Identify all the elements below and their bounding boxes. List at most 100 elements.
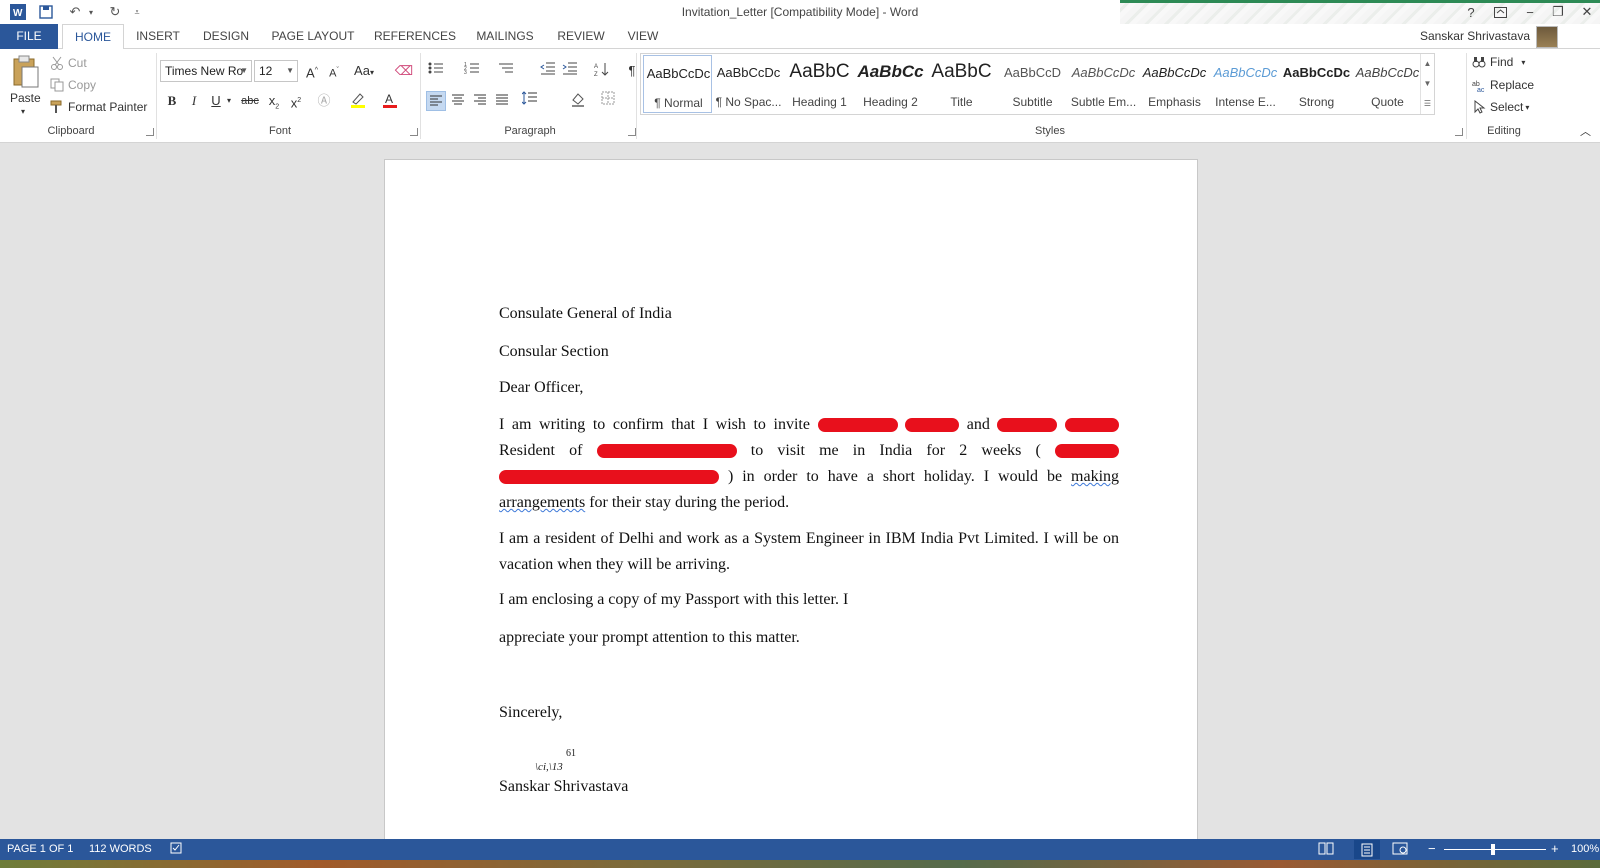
recipient-line[interactable]: Consulate General of India xyxy=(499,305,1119,323)
zoom-level[interactable]: 100% xyxy=(1571,843,1599,855)
strikethrough-button[interactable]: abc xyxy=(238,91,262,111)
align-center-icon[interactable] xyxy=(448,91,468,111)
style-quote[interactable]: AaBbCcDc Quote xyxy=(1353,55,1422,113)
font-name-combo[interactable]: Times New Ro ▼ xyxy=(160,60,252,82)
paste-dropdown-icon[interactable]: ▾ xyxy=(21,107,25,116)
tab-references[interactable]: REFERENCES xyxy=(372,24,458,49)
decrease-indent-icon[interactable] xyxy=(538,61,558,81)
replace-icon: ab ac xyxy=(1472,78,1486,94)
gallery-scroll-up-icon[interactable]: ▲ xyxy=(1420,54,1434,74)
bullets-icon[interactable] xyxy=(426,61,446,81)
find-button[interactable]: Find ▾ xyxy=(1472,55,1525,69)
paragraph-launcher-icon[interactable] xyxy=(628,128,636,136)
user-name[interactable]: Sanskar Shrivastava xyxy=(1420,29,1530,43)
clipboard-launcher-icon[interactable] xyxy=(146,128,154,136)
underline-dropdown-icon[interactable]: ▾ xyxy=(224,91,234,111)
style-name: Emphasis xyxy=(1148,95,1201,109)
style-heading-1[interactable]: AaBbC Heading 1 xyxy=(785,55,854,113)
shading-icon[interactable] xyxy=(568,91,588,111)
paste-button[interactable]: Paste xyxy=(10,91,41,105)
closing[interactable]: Sincerely, xyxy=(499,704,1119,722)
style-normal[interactable]: AaBbCcDc ¶ Normal xyxy=(643,55,712,113)
font-size-combo[interactable]: 12 ▼ xyxy=(254,60,298,82)
restore-icon[interactable]: ❐ xyxy=(1547,2,1569,22)
style-title[interactable]: AaBbC Title xyxy=(927,55,996,113)
font-launcher-icon[interactable] xyxy=(410,128,418,136)
bold-button[interactable]: B xyxy=(162,91,182,111)
document-page[interactable]: Consulate General of India Consular Sect… xyxy=(384,159,1198,849)
sender-name[interactable]: Sanskar Shrivastava xyxy=(499,778,1119,796)
help-button[interactable]: ? xyxy=(1460,2,1482,22)
web-layout-icon[interactable] xyxy=(1392,842,1408,858)
body-paragraph-2[interactable]: I am a resident of Delhi and work as a S… xyxy=(499,526,1119,578)
underline-button[interactable]: U xyxy=(206,91,226,111)
tab-home[interactable]: HOME xyxy=(62,24,124,50)
p1-text-b: and xyxy=(966,416,990,433)
zoom-in-icon[interactable]: + xyxy=(1551,841,1559,856)
subscript-button[interactable]: x2 xyxy=(264,91,284,111)
multilevel-list-icon[interactable] xyxy=(496,61,516,81)
grow-font-button[interactable]: A^ xyxy=(302,61,322,81)
sort-icon[interactable]: AZ xyxy=(592,61,612,81)
text-effects-icon[interactable]: Ⓐ xyxy=(314,91,334,111)
numbering-icon[interactable]: 123 xyxy=(462,61,482,81)
superscript-button[interactable]: x2 xyxy=(286,91,306,111)
paste-icon[interactable] xyxy=(10,55,40,89)
replace-button[interactable]: ab ac Replace xyxy=(1472,78,1534,94)
format-painter-label: Format Painter xyxy=(68,100,148,114)
style-strong[interactable]: AaBbCcDc Strong xyxy=(1282,55,1351,113)
document-area[interactable]: Consulate General of India Consular Sect… xyxy=(0,143,1600,849)
justify-icon[interactable] xyxy=(492,91,512,111)
style-subtitle[interactable]: AaBbCcD Subtitle xyxy=(998,55,1067,113)
zoom-slider[interactable] xyxy=(1444,849,1546,850)
page-count[interactable]: PAGE 1 OF 1 xyxy=(7,843,73,855)
style-intense-emphasis[interactable]: AaBbCcDc Intense E... xyxy=(1211,55,1280,113)
format-painter-button[interactable]: Format Painter xyxy=(50,100,147,114)
line-spacing-icon[interactable] xyxy=(520,91,540,111)
section-line[interactable]: Consular Section xyxy=(499,343,1119,361)
show-formatting-button[interactable]: ¶ xyxy=(622,61,642,81)
increase-indent-icon[interactable] xyxy=(560,61,580,81)
zoom-out-icon[interactable]: − xyxy=(1428,841,1436,856)
zoom-slider-thumb[interactable] xyxy=(1491,844,1495,855)
highlight-color-icon[interactable] xyxy=(348,91,368,111)
close-icon[interactable]: ✕ xyxy=(1576,2,1598,22)
borders-icon[interactable] xyxy=(598,91,618,111)
copy-button[interactable]: Copy xyxy=(50,78,96,92)
style-emphasis[interactable]: AaBbCcDc Emphasis xyxy=(1140,55,1209,113)
align-left-icon[interactable] xyxy=(426,91,446,111)
style-heading-2[interactable]: AaBbCc Heading 2 xyxy=(856,55,925,113)
font-color-icon[interactable]: A xyxy=(380,91,400,111)
body-paragraph-3[interactable]: I am enclosing a copy of my Passport wit… xyxy=(499,591,1119,609)
tab-mailings[interactable]: MAILINGS xyxy=(470,24,540,49)
ribbon-display-options-icon[interactable] xyxy=(1489,2,1511,22)
cut-button[interactable]: Cut xyxy=(50,56,87,70)
italic-button[interactable]: I xyxy=(184,91,204,111)
tab-design[interactable]: DESIGN xyxy=(198,24,254,49)
tab-file[interactable]: FILE xyxy=(0,24,58,49)
body-paragraph-1[interactable]: I am writing to confirm that I wish to i… xyxy=(499,412,1120,516)
avatar[interactable] xyxy=(1536,26,1558,48)
salutation[interactable]: Dear Officer, xyxy=(499,379,1119,397)
change-case-button[interactable]: Aa▾ xyxy=(350,61,378,81)
body-paragraph-4[interactable]: appreciate your prompt attention to this… xyxy=(499,629,1119,647)
styles-launcher-icon[interactable] xyxy=(1455,128,1463,136)
gallery-more-icon[interactable]: ☰ xyxy=(1420,94,1434,114)
tab-view[interactable]: VIEW xyxy=(620,24,666,49)
collapse-ribbon-icon[interactable]: ︿ xyxy=(1580,123,1591,139)
word-count[interactable]: 112 WORDS xyxy=(89,843,152,855)
shrink-font-button[interactable]: Aˇ xyxy=(324,61,344,81)
read-mode-icon[interactable] xyxy=(1318,842,1334,858)
align-right-icon[interactable] xyxy=(470,91,490,111)
clear-formatting-icon[interactable]: ⌫ xyxy=(394,61,414,81)
gallery-scroll-down-icon[interactable]: ▼ xyxy=(1420,74,1434,94)
tab-review[interactable]: REVIEW xyxy=(554,24,608,49)
style-subtle-emphasis[interactable]: AaBbCcDc Subtle Em... xyxy=(1069,55,1138,113)
tab-page-layout[interactable]: PAGE LAYOUT xyxy=(268,24,358,49)
proofing-icon[interactable] xyxy=(170,842,184,857)
tab-insert[interactable]: INSERT xyxy=(132,24,184,49)
select-button[interactable]: Select ▾ xyxy=(1472,99,1529,114)
style-no-spacing[interactable]: AaBbCcDc ¶ No Spac... xyxy=(714,55,783,113)
print-layout-icon[interactable] xyxy=(1354,840,1380,859)
minimize-icon[interactable]: − xyxy=(1519,2,1541,22)
